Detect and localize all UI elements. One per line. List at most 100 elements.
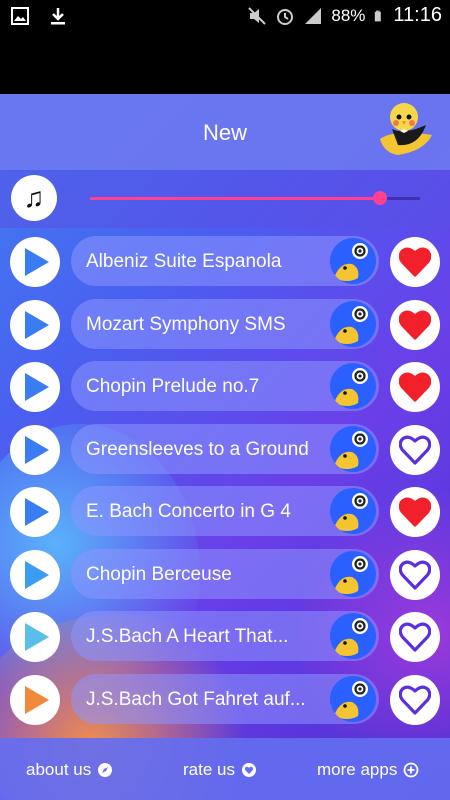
favorite-button[interactable] (390, 487, 440, 537)
song-title-pill[interactable]: Greensleeves to a Ground (71, 423, 379, 474)
song-title-pill[interactable]: Mozart Symphony SMS (71, 298, 379, 349)
status-bar: 88% 11:16 (0, 0, 450, 33)
heart-icon (399, 622, 431, 652)
song-title: Chopin Prelude no.7 (86, 376, 260, 397)
song-title: Greensleeves to a Ground (86, 438, 309, 460)
play-button[interactable] (10, 362, 60, 412)
rate-us-link[interactable]: rate us (183, 760, 257, 780)
heart-icon (399, 310, 431, 340)
bird-settings-icon (334, 555, 368, 594)
song-title-pill[interactable]: J.S.Bach A Heart That... (71, 611, 379, 661)
bird-settings-icon (334, 430, 368, 469)
song-row: Greensleeves to a Ground (0, 422, 450, 478)
song-title: Chopin Berceuse (86, 563, 232, 585)
gallery-notification-icon (11, 7, 29, 25)
seek-bar-handle[interactable] (373, 191, 388, 205)
play-button[interactable] (10, 549, 60, 600)
favorite-button[interactable] (390, 299, 440, 350)
player-bar: ♫ (0, 170, 450, 228)
about-us-link[interactable]: about us (26, 760, 113, 780)
song-title-pill[interactable]: E. Bach Concerto in G 4 (71, 486, 379, 536)
play-button[interactable] (10, 237, 60, 287)
more-apps-label: more apps (317, 760, 398, 779)
bird-settings-icon (334, 368, 368, 406)
play-icon (25, 310, 49, 339)
play-icon (25, 435, 49, 464)
rate-us-label: rate us (183, 760, 235, 779)
set-ringtone-button[interactable] (330, 488, 376, 534)
favorite-button[interactable] (390, 549, 440, 600)
song-title-pill[interactable]: J.S.Bach Got Fahret auf... (71, 673, 379, 724)
mascot-bird-logo (380, 103, 432, 155)
play-icon (25, 560, 49, 589)
battery-percent: 88% (331, 5, 366, 25)
play-button[interactable] (10, 424, 60, 475)
alarm-icon (277, 8, 294, 25)
compass-icon (98, 763, 113, 777)
now-playing-button[interactable]: ♫ (11, 175, 57, 221)
seek-bar[interactable] (90, 191, 420, 205)
music-note-icon: ♫ (23, 182, 45, 213)
song-row: J.S.Bach Got Fahret auf... (0, 672, 450, 728)
bird-settings-icon (334, 680, 368, 719)
set-ringtone-button[interactable] (330, 550, 376, 597)
play-button[interactable] (10, 299, 60, 350)
set-ringtone-button[interactable] (330, 238, 376, 284)
song-title: E. Bach Concerto in G 4 (86, 501, 291, 522)
song-row: Mozart Symphony SMS (0, 297, 450, 353)
battery-icon (375, 10, 382, 21)
top-black-band (0, 33, 450, 94)
download-notification-icon (51, 8, 65, 25)
song-title-pill[interactable]: Chopin Berceuse (71, 548, 379, 599)
bird-settings-icon (334, 618, 368, 656)
heart-icon (399, 560, 431, 590)
app-screen: New ♫ Albeniz Suite Espanola Mozart Symph… (0, 94, 450, 800)
set-ringtone-button[interactable] (330, 425, 376, 472)
heart-icon (399, 685, 431, 715)
footer-bar: about us rate us more apps (0, 738, 450, 800)
song-title: J.S.Bach A Heart That... (86, 626, 289, 647)
signal-icon (305, 7, 322, 24)
mute-icon (248, 6, 267, 25)
set-ringtone-button[interactable] (330, 300, 376, 347)
favorite-button[interactable] (390, 612, 440, 662)
heart-icon (399, 497, 431, 527)
play-button[interactable] (10, 487, 60, 537)
play-icon (25, 623, 49, 651)
play-icon (25, 498, 49, 526)
heart-icon (399, 372, 431, 402)
heart-icon (399, 247, 431, 277)
song-row: Albeniz Suite Espanola (0, 234, 450, 290)
favorite-button[interactable] (390, 424, 440, 475)
more-apps-link[interactable]: more apps (317, 760, 419, 780)
song-title-pill[interactable]: Albeniz Suite Espanola (71, 236, 379, 286)
play-button[interactable] (10, 674, 60, 725)
song-title: Mozart Symphony SMS (86, 313, 286, 335)
about-us-label: about us (26, 760, 92, 779)
set-ringtone-button[interactable] (330, 363, 376, 409)
song-row: E. Bach Concerto in G 4 (0, 484, 450, 540)
song-row: Chopin Prelude no.7 (0, 359, 450, 415)
favorite-button[interactable] (390, 237, 440, 287)
favorite-button[interactable] (390, 674, 440, 725)
play-icon (25, 248, 49, 276)
bird-settings-icon (334, 305, 368, 344)
play-icon (25, 373, 49, 401)
heart-circle-icon (241, 763, 256, 777)
favorite-button[interactable] (390, 362, 440, 412)
set-ringtone-button[interactable] (330, 675, 376, 722)
heart-icon (399, 435, 431, 465)
clock: 11:16 (393, 4, 442, 26)
song-row: Chopin Berceuse (0, 547, 450, 603)
play-button[interactable] (10, 612, 60, 662)
song-title-pill[interactable]: Chopin Prelude no.7 (71, 361, 379, 411)
song-title: J.S.Bach Got Fahret auf... (86, 688, 306, 710)
plus-circle-icon (403, 762, 419, 778)
set-ringtone-button[interactable] (330, 613, 376, 659)
song-title: Albeniz Suite Espanola (86, 251, 282, 272)
play-icon (25, 685, 49, 714)
bird-settings-icon (334, 243, 368, 281)
seek-bar-fill (90, 197, 381, 200)
bird-settings-icon (334, 493, 368, 531)
header: New (0, 94, 450, 170)
